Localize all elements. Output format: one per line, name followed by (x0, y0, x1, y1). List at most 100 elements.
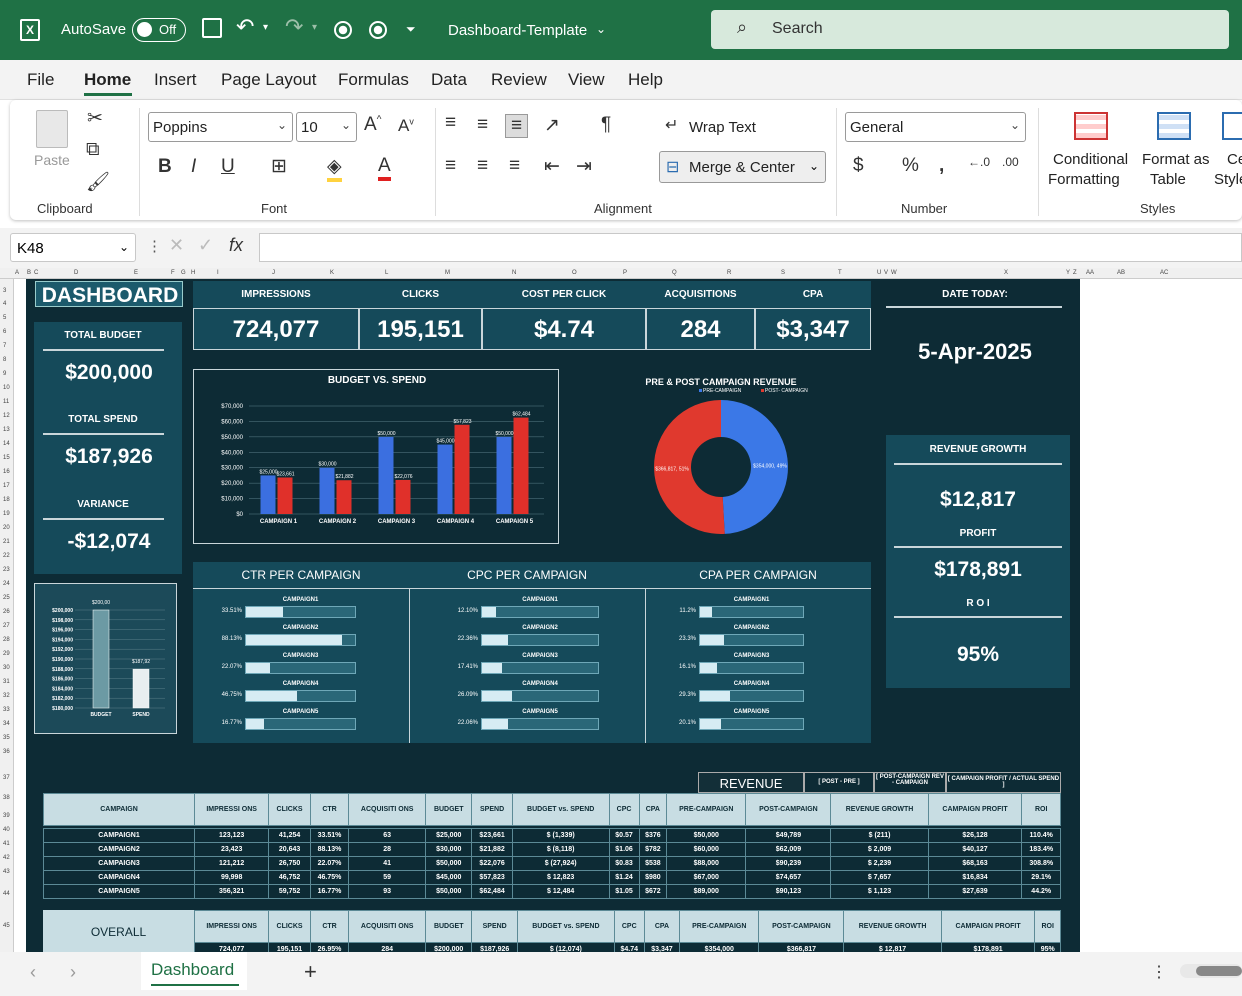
column-header[interactable]: X (1004, 270, 1008, 276)
row-header[interactable]: 13 (3, 427, 10, 433)
row-header[interactable]: 29 (3, 651, 10, 657)
fill-color-icon[interactable]: ◈ (327, 155, 342, 182)
row-header[interactable]: 30 (3, 665, 10, 671)
row-header[interactable]: 16 (3, 469, 10, 475)
row-header[interactable]: 28 (3, 637, 10, 643)
decrease-decimal-icon[interactable]: .00 (1002, 155, 1019, 169)
row-header[interactable]: 40 (3, 827, 10, 833)
next-sheet-icon[interactable]: › (70, 962, 76, 983)
column-header[interactable]: A (15, 270, 19, 276)
circle-icon[interactable] (369, 21, 387, 39)
tab-view[interactable]: View (568, 70, 605, 90)
row-header[interactable]: 10 (3, 385, 10, 391)
increase-font-icon[interactable]: A^ (364, 114, 381, 136)
row-header[interactable]: 33 (3, 707, 10, 713)
row-header[interactable]: 43 (3, 869, 10, 875)
italic-icon[interactable]: I (191, 156, 196, 178)
row-header[interactable]: 3 (3, 288, 6, 294)
row-header[interactable]: 27 (3, 623, 10, 629)
number-format-select[interactable]: General ⌄ (845, 112, 1026, 142)
row-header[interactable]: 36 (3, 749, 10, 755)
row-header[interactable]: 37 (3, 775, 10, 781)
align-right-icon[interactable]: ≡ (509, 155, 520, 177)
cut-icon[interactable]: ✂ (87, 107, 103, 130)
customize-toolbar-icon[interactable]: ⏷ (406, 22, 416, 37)
column-header[interactable]: Z (1073, 270, 1077, 276)
format-as-table-label[interactable]: Format as (1142, 151, 1210, 168)
row-header[interactable]: 23 (3, 567, 10, 573)
wrap-text-button[interactable]: Wrap Text (689, 119, 756, 136)
increase-indent-icon[interactable]: ⇥ (576, 155, 592, 178)
column-header[interactable]: M (445, 270, 450, 276)
undo-icon[interactable]: ↶ (236, 14, 254, 40)
align-middle-icon[interactable]: ≡ (477, 114, 488, 136)
row-header[interactable]: 21 (3, 539, 10, 545)
formula-input[interactable] (259, 233, 1242, 262)
font-name-select[interactable]: Poppins ⌄ (148, 112, 293, 142)
borders-icon[interactable]: ⊞ (271, 155, 287, 178)
column-header[interactable]: U (877, 270, 881, 276)
undo-dropdown-icon[interactable]: ▾ (263, 22, 268, 33)
row-header[interactable]: 41 (3, 841, 10, 847)
font-color-icon[interactable]: A (378, 155, 391, 181)
column-header[interactable]: W (891, 270, 897, 276)
row-header[interactable]: 6 (3, 329, 6, 335)
tab-file[interactable]: File (27, 70, 54, 90)
align-top-icon[interactable]: ≡ (445, 112, 456, 134)
row-header[interactable]: 35 (3, 735, 10, 741)
comma-icon[interactable]: , (939, 155, 944, 177)
worksheet-grid[interactable]: A B C D E F G H I J K L M N O P Q R S T U V W X Y Z AA AB AC 3456789… (0, 268, 1242, 952)
tab-formulas[interactable]: Formulas (338, 70, 409, 90)
save-icon[interactable] (202, 18, 222, 38)
insert-function-icon[interactable]: fx (229, 235, 243, 256)
row-header[interactable]: 39 (3, 813, 10, 819)
column-header[interactable]: K (330, 270, 334, 276)
column-header[interactable]: G (181, 270, 186, 276)
column-header[interactable]: I (217, 270, 219, 276)
row-header[interactable]: 26 (3, 609, 10, 615)
paste-label[interactable]: Paste (34, 152, 70, 168)
row-header[interactable]: 4 (3, 301, 6, 307)
more-options-icon[interactable]: ⋮ (1151, 962, 1167, 982)
row-header[interactable]: 31 (3, 679, 10, 685)
column-header[interactable]: E (134, 270, 138, 276)
paste-icon[interactable] (36, 110, 68, 148)
row-header[interactable]: 38 (3, 795, 10, 801)
column-header[interactable]: F (171, 270, 175, 276)
column-header[interactable]: J (272, 270, 275, 276)
tab-page-layout[interactable]: Page Layout (221, 70, 316, 90)
cell-styles-label[interactable]: Ce (1227, 151, 1242, 168)
row-header[interactable]: 7 (3, 343, 6, 349)
row-header[interactable]: 42 (3, 855, 10, 861)
row-header[interactable]: 24 (3, 581, 10, 587)
column-header[interactable]: B (27, 270, 31, 276)
percent-icon[interactable]: % (902, 155, 919, 177)
file-name[interactable]: Dashboard-Template (448, 22, 587, 39)
enter-icon[interactable]: ✓ (198, 235, 213, 256)
row-header[interactable]: 17 (3, 483, 10, 489)
column-header[interactable]: H (191, 270, 195, 276)
column-header[interactable]: D (74, 270, 78, 276)
wrap-text-icon[interactable]: ↵ (665, 115, 678, 135)
tab-home[interactable]: Home (84, 70, 131, 90)
sheet-tab-dashboard[interactable]: Dashboard (141, 952, 247, 990)
row-header[interactable]: 34 (3, 721, 10, 727)
row-header[interactable]: 32 (3, 693, 10, 699)
pre-post-revenue-chart[interactable]: PRE & POST CAMPAIGN REVENUE $354,000, 49… (591, 369, 851, 544)
format-as-table-icon[interactable] (1157, 112, 1191, 140)
row-header[interactable]: 11 (3, 399, 9, 405)
prev-sheet-icon[interactable]: ‹ (30, 962, 36, 983)
name-box[interactable]: K48 ⌄ (10, 233, 136, 262)
cell-styles-label-2[interactable]: Style (1214, 171, 1242, 188)
horizontal-scrollbar[interactable] (1180, 964, 1242, 978)
redo-dropdown-icon[interactable]: ▾ (312, 22, 317, 33)
align-center-icon[interactable]: ≡ (477, 155, 488, 177)
underline-icon[interactable]: U (221, 156, 235, 178)
row-header[interactable]: 9 (3, 371, 6, 377)
column-header[interactable]: N (512, 270, 516, 276)
column-header[interactable]: P (623, 270, 627, 276)
autosave-toggle[interactable]: Off (132, 18, 186, 42)
row-header[interactable]: 19 (3, 511, 10, 517)
bold-icon[interactable]: B (158, 156, 172, 178)
budget-vs-spend-chart[interactable]: BUDGET VS. SPEND $70,000 $60,000 $50,000 $4… (193, 369, 559, 544)
